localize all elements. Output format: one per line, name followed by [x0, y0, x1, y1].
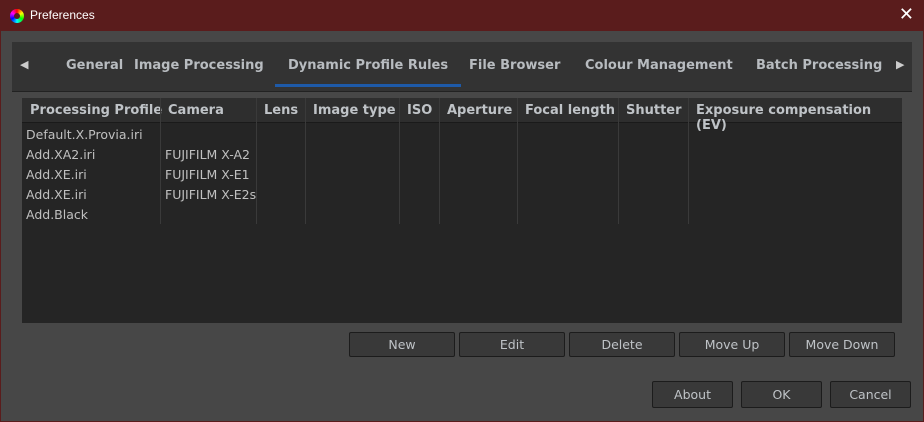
cell-profile: Add.XE.iri	[26, 187, 87, 202]
column-header[interactable]: Processing Profile	[30, 103, 162, 118]
ok-button[interactable]: OK	[741, 381, 822, 408]
edit-button[interactable]: Edit	[459, 332, 565, 357]
delete-button[interactable]: Delete	[569, 332, 675, 357]
close-icon[interactable]: ✕	[899, 4, 914, 25]
column-divider	[160, 98, 161, 224]
column-divider	[399, 98, 400, 224]
tab-image-processing[interactable]: Image Processing	[134, 58, 264, 73]
cell-profile: Add.XE.iri	[26, 167, 87, 182]
tab-file-browser[interactable]: File Browser	[469, 58, 560, 73]
column-divider	[256, 98, 257, 224]
new-button[interactable]: New	[349, 332, 455, 357]
rules-table[interactable]: Processing Profile Camera Lens Image type IS…	[22, 98, 902, 323]
move-up-button[interactable]: Move Up	[679, 332, 785, 357]
column-header[interactable]: Image type	[313, 103, 396, 118]
cell-camera: FUJIFILM X-E2s	[165, 187, 257, 202]
window-title: Preferences	[30, 8, 95, 22]
column-divider	[688, 98, 689, 224]
tab-batch-processing[interactable]: Batch Processing	[756, 58, 882, 73]
tab-colour-management[interactable]: Colour Management	[585, 58, 733, 73]
cell-profile: Add.Black	[26, 207, 88, 222]
cancel-button[interactable]: Cancel	[830, 381, 911, 408]
column-header[interactable]: Camera	[168, 103, 224, 118]
cell-camera: FUJIFILM X-E1	[165, 167, 250, 182]
column-divider	[517, 98, 518, 224]
scroll-left-icon[interactable]: ◀	[20, 58, 28, 71]
title-bar: Preferences ✕	[0, 0, 924, 31]
cell-profile: Add.XA2.iri	[26, 147, 96, 162]
column-header[interactable]: Focal length	[525, 103, 615, 118]
tab-dynamic-profile-rules[interactable]: Dynamic Profile Rules	[274, 58, 462, 87]
column-header[interactable]: Exposure compensation (EV)	[696, 103, 902, 133]
about-button[interactable]: About	[652, 381, 733, 408]
cell-profile: Default.X.Provia.iri	[26, 127, 143, 142]
tab-general[interactable]: General	[66, 58, 123, 73]
column-divider	[618, 98, 619, 224]
column-divider	[305, 98, 306, 224]
column-divider	[439, 98, 440, 224]
app-icon	[10, 9, 24, 23]
cell-camera: FUJIFILM X-A2	[165, 147, 250, 162]
column-header[interactable]: Aperture	[447, 103, 512, 118]
column-header[interactable]: Shutter	[626, 103, 682, 118]
column-header[interactable]: ISO	[407, 103, 432, 118]
dialog-body: ◀ General Image Processing Dynamic Profi…	[1, 31, 923, 421]
move-down-button[interactable]: Move Down	[789, 332, 895, 357]
tab-bar: ◀ General Image Processing Dynamic Profi…	[12, 42, 912, 92]
scroll-right-icon[interactable]: ▶	[896, 58, 904, 71]
column-header[interactable]: Lens	[264, 103, 298, 118]
